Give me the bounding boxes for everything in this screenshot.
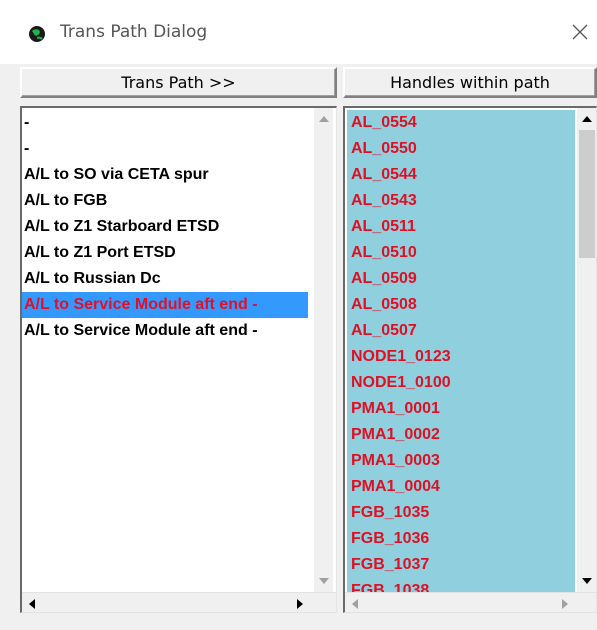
trans-path-vscrollbar[interactable] xyxy=(314,108,333,592)
trans-path-item[interactable]: A/L to SO via CETA spur xyxy=(22,162,308,188)
trans-path-item[interactable]: - xyxy=(22,136,308,162)
trans-path-item[interactable]: A/L to FGB xyxy=(22,188,308,214)
trans-path-item[interactable]: A/L to Service Module aft end - xyxy=(22,318,308,344)
handle-item[interactable]: FGB_1037 xyxy=(347,552,575,578)
trans-path-item[interactable]: A/L to Russian Dc xyxy=(22,266,308,292)
handle-item[interactable]: FGB_1036 xyxy=(347,526,575,552)
handles-header-button[interactable]: Handles within path xyxy=(343,67,597,98)
scroll-right-button[interactable] xyxy=(555,593,575,612)
handles-hscrollbar[interactable] xyxy=(345,592,596,612)
scroll-left-button[interactable] xyxy=(22,593,42,612)
scroll-right-button[interactable] xyxy=(290,593,310,612)
scroll-up-button[interactable] xyxy=(314,108,333,129)
handle-item[interactable]: PMA1_0001 xyxy=(347,396,575,422)
scroll-up-button[interactable] xyxy=(577,108,596,129)
handle-item[interactable]: NODE1_0123 xyxy=(347,344,575,370)
handles-list[interactable]: AL_0554 AL_0550 AL_0544 AL_0543 AL_0511 AL_05… xyxy=(343,106,597,613)
arrow-up-icon xyxy=(582,115,592,122)
trans-path-hscrollbar[interactable] xyxy=(22,592,336,612)
handle-item[interactable]: AL_0544 xyxy=(347,162,575,188)
handle-item[interactable]: AL_0511 xyxy=(347,214,575,240)
handle-item[interactable]: PMA1_0003 xyxy=(347,448,575,474)
trans-path-header-button[interactable]: Trans Path >> xyxy=(20,67,337,98)
handle-item[interactable]: AL_0510 xyxy=(347,240,575,266)
arrow-left-icon xyxy=(352,598,358,609)
handle-item[interactable]: NODE1_0100 xyxy=(347,370,575,396)
arrow-up-icon xyxy=(318,115,329,122)
title-bar: Trans Path Dialog xyxy=(0,0,597,64)
trans-path-panel: Trans Path >> - - A/L to SO via CETA spur A… xyxy=(16,64,339,630)
trans-path-list[interactable]: - - A/L to SO via CETA spur A/L to FGB A/L t… xyxy=(20,106,337,613)
window-title: Trans Path Dialog xyxy=(60,22,208,42)
trans-path-item[interactable]: A/L to Z1 Port ETSD xyxy=(22,240,308,266)
arrow-right-icon xyxy=(297,598,303,609)
arrow-right-icon xyxy=(562,598,568,609)
handle-item[interactable]: AL_0543 xyxy=(347,188,575,214)
arrow-left-icon xyxy=(29,598,35,609)
handle-item[interactable]: AL_0554 xyxy=(347,110,575,136)
scroll-down-button[interactable] xyxy=(577,570,596,591)
scroll-down-button[interactable] xyxy=(314,570,333,591)
handles-vscrollbar[interactable] xyxy=(577,108,596,592)
handle-item[interactable]: AL_0508 xyxy=(347,292,575,318)
trans-path-item[interactable]: A/L to Z1 Starboard ETSD xyxy=(22,214,308,240)
handles-panel: Handles within path AL_0554 AL_0550 AL_054… xyxy=(341,64,597,630)
handle-item[interactable]: PMA1_0004 xyxy=(347,474,575,500)
close-icon xyxy=(572,24,588,40)
green-globe-icon xyxy=(29,26,45,42)
scroll-left-button[interactable] xyxy=(345,593,365,612)
handle-item[interactable]: PMA1_0002 xyxy=(347,422,575,448)
handles-vscroll-thumb[interactable] xyxy=(579,130,595,258)
arrow-down-icon xyxy=(318,577,329,584)
trans-path-item[interactable]: A/L to Service Module aft end - xyxy=(22,292,308,318)
trans-path-item[interactable]: - xyxy=(22,110,308,136)
close-button[interactable] xyxy=(563,14,597,50)
handle-item[interactable]: AL_0550 xyxy=(347,136,575,162)
handle-item[interactable]: AL_0509 xyxy=(347,266,575,292)
hscroll-track[interactable] xyxy=(44,595,292,612)
arrow-down-icon xyxy=(582,577,592,584)
handle-item[interactable]: AL_0507 xyxy=(347,318,575,344)
handle-item[interactable]: FGB_1035 xyxy=(347,500,575,526)
